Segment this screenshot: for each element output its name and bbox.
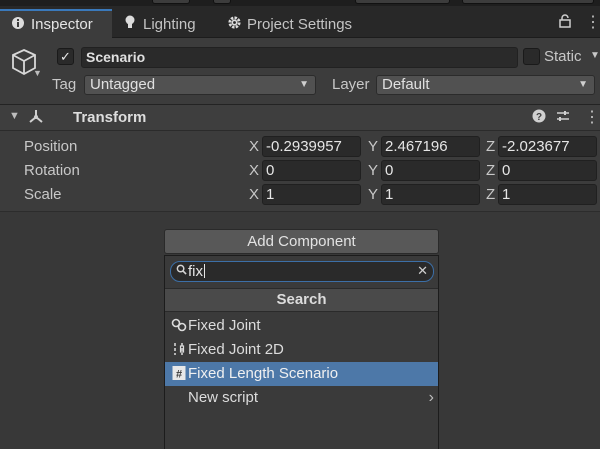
transform-component-header[interactable]: ▼ Transform ? ⋮ xyxy=(0,105,600,131)
object-name-field[interactable]: Scenario xyxy=(81,47,518,68)
sliders-icon[interactable] xyxy=(556,109,570,126)
axis-label-z: Z xyxy=(486,162,496,179)
list-item-fixed-length-scenario[interactable]: # Fixed Length Scenario xyxy=(165,362,438,386)
axis-label-x: X xyxy=(249,138,260,155)
tab-lighting[interactable]: Lighting xyxy=(122,10,196,38)
add-component-popup: fix ✕ Search Fixed Joint Fixed Joint 2D … xyxy=(164,255,439,449)
hash-icon: # xyxy=(170,362,188,386)
toolbar-button[interactable] xyxy=(213,0,231,4)
tab-inspector[interactable]: Inspector xyxy=(0,9,112,38)
chevron-down-icon: ▼ xyxy=(578,79,588,90)
transform-body: Position X -0.2939957 Y 2.467196 Z -2.02… xyxy=(0,131,600,211)
axis-label-z: Z xyxy=(486,138,496,155)
axis-label-y: Y xyxy=(368,162,379,179)
help-icon[interactable]: ? xyxy=(532,109,546,126)
gear-icon xyxy=(226,15,242,34)
axis-label-y: Y xyxy=(368,186,379,203)
svg-text:#: # xyxy=(176,369,182,381)
position-z-field[interactable]: -2.023677 xyxy=(498,136,597,157)
close-icon[interactable]: ✕ xyxy=(417,263,428,279)
layer-label: Layer xyxy=(332,76,370,93)
tab-project-settings[interactable]: Project Settings xyxy=(226,10,352,38)
tag-dropdown[interactable]: Untagged ▼ xyxy=(84,75,316,95)
kebab-menu-icon[interactable]: ⋮ xyxy=(585,12,600,32)
scale-z-field[interactable]: 1 xyxy=(498,184,597,205)
tab-label: Project Settings xyxy=(247,15,353,33)
kebab-menu-icon[interactable]: ⋮ xyxy=(584,107,600,127)
rotation-z-field[interactable]: 0 xyxy=(498,160,597,181)
tag-value: Untagged xyxy=(90,76,156,93)
position-x-field[interactable]: -0.2939957 xyxy=(262,136,361,157)
list-item-fixed-joint-2d[interactable]: Fixed Joint 2D xyxy=(165,338,438,362)
rotation-label: Rotation xyxy=(24,162,80,179)
list-item-label: Fixed Length Scenario xyxy=(188,365,339,382)
component-search-input[interactable]: fix ✕ xyxy=(170,261,434,282)
transform-axes-icon xyxy=(27,108,45,131)
chevron-right-icon: › xyxy=(428,389,434,406)
static-label: Static xyxy=(544,48,582,65)
axis-label-x: X xyxy=(249,186,260,203)
layer-dropdown[interactable]: Default ▼ xyxy=(376,75,595,95)
layer-value: Default xyxy=(382,76,430,93)
chevron-down-icon[interactable]: ▼ xyxy=(33,68,42,78)
link-icon xyxy=(170,314,188,338)
chevron-down-icon: ▼ xyxy=(299,79,309,90)
add-component-button[interactable]: Add Component xyxy=(164,229,439,254)
axis-label-x: X xyxy=(249,162,260,179)
tab-label: Inspector xyxy=(31,16,93,33)
lightbulb-icon xyxy=(122,15,138,34)
svg-text:?: ? xyxy=(536,112,542,123)
popup-title: Search xyxy=(165,288,438,312)
active-checkbox[interactable]: ✓ xyxy=(57,48,74,65)
list-item-new-script[interactable]: New script › xyxy=(165,386,438,410)
tab-bar: Inspector Lighting Project Settings ⋮ xyxy=(0,6,600,38)
search-input-value: fix xyxy=(188,263,205,280)
tab-label: Lighting xyxy=(143,15,196,33)
list-item-fixed-joint[interactable]: Fixed Joint xyxy=(165,314,438,338)
toolbar-button[interactable] xyxy=(462,0,594,4)
rotation-x-field[interactable]: 0 xyxy=(262,160,361,181)
axis-label-z: Z xyxy=(486,186,496,203)
scale-label: Scale xyxy=(24,186,62,203)
component-title: Transform xyxy=(73,109,147,126)
position-y-field[interactable]: 2.467196 xyxy=(381,136,480,157)
position-label: Position xyxy=(24,138,78,155)
scale-y-field[interactable]: 1 xyxy=(381,184,480,205)
list-item-label: New script xyxy=(188,389,259,406)
info-icon xyxy=(10,16,26,34)
static-checkbox[interactable] xyxy=(523,48,540,65)
list-item-label: Fixed Joint 2D xyxy=(188,341,284,358)
chevron-down-icon[interactable]: ▼ xyxy=(590,50,600,61)
tag-label: Tag xyxy=(52,76,77,93)
lock-icon[interactable] xyxy=(559,14,571,31)
toolbar-button[interactable] xyxy=(355,0,450,4)
list-item-label: Fixed Joint xyxy=(188,317,261,334)
object-header: ▼ ✓ Scenario Static ▼ Tag Untagged ▼ Lay… xyxy=(0,38,600,105)
search-icon xyxy=(176,264,187,278)
link-2d-icon xyxy=(170,338,188,362)
foldout-arrow-icon[interactable]: ▼ xyxy=(9,110,20,122)
rotation-y-field[interactable]: 0 xyxy=(381,160,480,181)
toolbar-button[interactable] xyxy=(152,0,190,4)
axis-label-y: Y xyxy=(368,138,379,155)
scale-x-field[interactable]: 1 xyxy=(262,184,361,205)
